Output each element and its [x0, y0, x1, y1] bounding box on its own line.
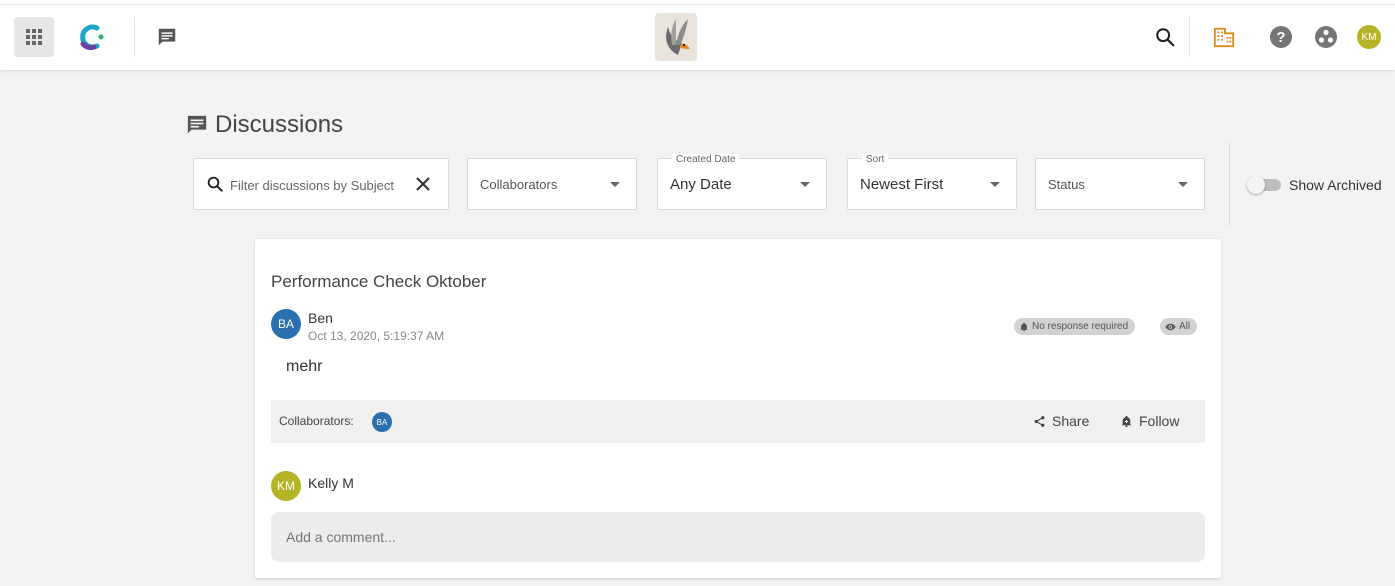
commenter-name: Kelly M — [308, 475, 354, 491]
hub-icon — [1315, 26, 1337, 48]
author-name: Ben — [308, 310, 333, 326]
follow-label: Follow — [1139, 413, 1180, 429]
page-title: Discussions — [215, 111, 344, 138]
chevron-down-icon — [990, 182, 1000, 187]
collaborator-avatar[interactable]: BA — [372, 412, 392, 432]
author-avatar: BA — [271, 309, 301, 339]
chevron-down-icon — [800, 182, 810, 187]
sort-select[interactable]: Sort Newest First — [847, 154, 1017, 210]
collaborators-select[interactable]: Collaborators — [467, 158, 637, 210]
sort-value: Newest First — [860, 176, 944, 193]
help-button[interactable]: ? — [1266, 22, 1296, 52]
apps-grid-icon — [26, 29, 42, 45]
share-icon — [1034, 415, 1045, 427]
search-button[interactable] — [1150, 22, 1180, 52]
share-label: Share — [1052, 413, 1090, 429]
apps-menu-button[interactable] — [14, 17, 54, 57]
chevron-down-icon — [610, 182, 620, 187]
collaborators-bar: Collaborators: BA Share Follow — [271, 400, 1205, 443]
chat-bubble-icon — [187, 115, 207, 134]
discussion-card: Performance Check Oktober BA Ben Oct 13,… — [255, 239, 1221, 578]
show-archived-label: Show Archived — [1289, 177, 1382, 193]
organization-button[interactable] — [1210, 22, 1238, 52]
show-archived-toggle[interactable] — [1247, 176, 1283, 194]
visibility-text: All — [1179, 321, 1191, 332]
topbar-divider — [1189, 17, 1190, 57]
search-icon — [1156, 28, 1175, 47]
bird-logo[interactable] — [655, 13, 697, 61]
commenter-avatar: KM — [271, 471, 301, 501]
discussion-timestamp: Oct 13, 2020, 5:19:37 AM — [308, 329, 445, 343]
search-icon — [207, 176, 223, 192]
page-header: Discussions — [186, 110, 343, 140]
subject-filter — [193, 158, 449, 210]
close-icon[interactable] — [416, 177, 430, 191]
top-app-bar — [0, 0, 1395, 70]
share-button[interactable]: Share — [1033, 413, 1089, 429]
status-select[interactable]: Status — [1035, 158, 1205, 210]
comment-input[interactable] — [286, 525, 1166, 549]
collaborators-select-placeholder: Collaborators — [480, 177, 558, 192]
comment-box — [271, 512, 1205, 562]
building-icon — [1213, 27, 1235, 48]
created-date-value: Any Date — [670, 176, 732, 193]
top-border — [0, 4, 1395, 5]
subject-filter-input[interactable] — [230, 173, 402, 197]
topbar-divider — [134, 17, 135, 57]
created-date-label: Created Date — [672, 154, 740, 165]
response-status-text: No response required — [1032, 321, 1129, 332]
chat-bubble-icon — [158, 28, 176, 46]
bell-add-icon — [1121, 415, 1132, 427]
eye-icon — [1165, 323, 1176, 330]
user-avatar[interactable]: KM — [1357, 25, 1381, 49]
chevron-down-icon — [1178, 182, 1188, 187]
discussion-body: mehr — [286, 358, 323, 375]
bell-icon — [1020, 322, 1028, 331]
help-circle-icon: ? — [1270, 26, 1292, 48]
svg-text:?: ? — [1276, 29, 1285, 46]
status-select-placeholder: Status — [1048, 177, 1085, 192]
sort-label: Sort — [862, 154, 889, 165]
collaborators-label: Collaborators: — [279, 414, 354, 428]
hub-button[interactable] — [1311, 22, 1341, 52]
response-status-badge: No response required — [1014, 318, 1136, 335]
created-date-select[interactable]: Created Date Any Date — [657, 154, 827, 210]
discussion-title[interactable]: Performance Check Oktober — [271, 272, 486, 292]
visibility-badge: All — [1160, 318, 1198, 335]
toggle-thumb — [1247, 176, 1265, 194]
follow-button[interactable]: Follow — [1120, 413, 1179, 429]
filter-divider — [1229, 142, 1230, 226]
brand-ring-icon[interactable] — [74, 20, 106, 54]
discussions-button[interactable] — [152, 22, 182, 52]
